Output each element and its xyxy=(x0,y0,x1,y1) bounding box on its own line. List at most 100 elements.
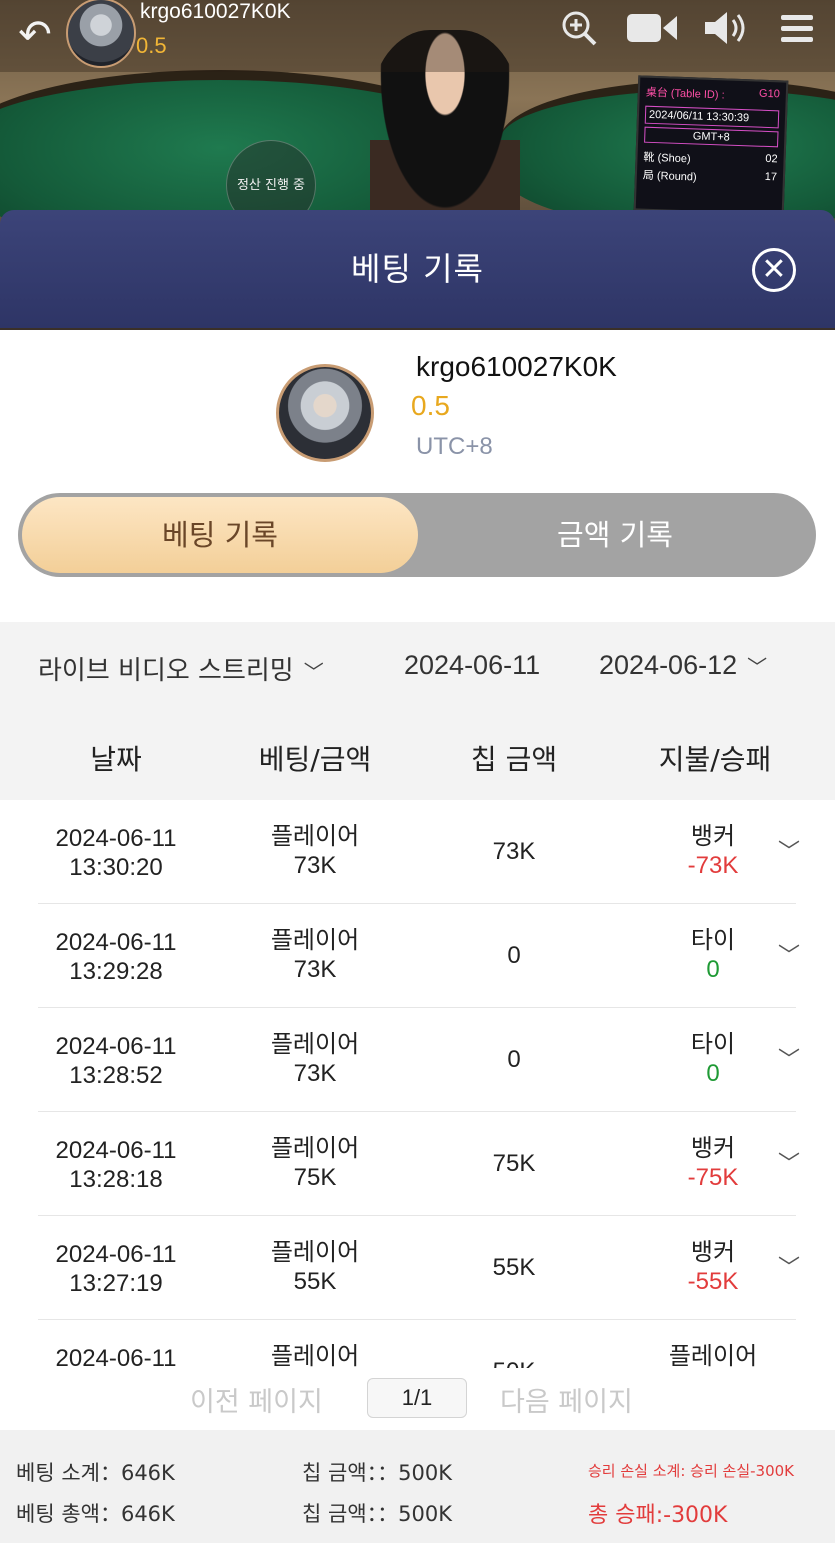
shoe-label: 靴 (Shoe) xyxy=(643,151,691,166)
table-gmt: GMT+8 xyxy=(644,126,779,148)
row-bet-side: 플레이어 xyxy=(270,1135,360,1162)
video-camera-icon[interactable] xyxy=(624,8,680,54)
row-win-loss: 0 xyxy=(706,1060,720,1087)
modal-title: 베팅 기록 xyxy=(351,250,484,288)
round-value: 17 xyxy=(764,170,778,184)
row-result: 뱅커 xyxy=(690,823,736,850)
row-bet-amount: 55K xyxy=(293,1268,337,1295)
pagination: 이전 페이지 1/1 다음 페이지 xyxy=(0,1368,835,1430)
row-date: 2024-06-11 xyxy=(55,825,177,852)
round-label: 局 (Round) xyxy=(642,169,697,184)
row-win-loss: 0 xyxy=(706,956,720,983)
top-avatar xyxy=(66,0,136,68)
top-username: krgo610027K0K xyxy=(140,0,291,23)
row-win-loss: -75K xyxy=(687,1164,739,1191)
row-win-loss: -73K xyxy=(687,852,739,879)
speaker-icon[interactable] xyxy=(700,8,752,54)
table-row[interactable]: 2024-06-11 13:28:52 플레이어 73K 0 타이 0 ﹀ xyxy=(38,1008,800,1112)
row-result: 뱅커 xyxy=(690,1135,736,1162)
row-date: 2024-06-11 xyxy=(55,1241,177,1268)
total-winloss: 총 승패:-300K xyxy=(588,1503,728,1528)
close-icon[interactable]: ✕ xyxy=(752,248,796,292)
column-header-bet: 베팅/금액 xyxy=(258,743,372,776)
table-row[interactable]: 2024-06-11 13:30:20 플레이어 73K 73K 뱅커 -73K ﹀ xyxy=(38,800,800,904)
top-balance: 0.5 xyxy=(136,33,167,58)
prev-page-button[interactable]: 이전 페이지 xyxy=(190,1380,323,1419)
winloss-subtotal: 승리 손실 소계: 승리 손실-300K xyxy=(588,1462,795,1480)
chevron-down-icon: ﹀ xyxy=(303,660,324,684)
row-chip-amount: 0 xyxy=(507,942,521,969)
table-row[interactable]: 2024-06-11 13:27:19 플레이어 55K 55K 뱅커 -55K ﹀ xyxy=(38,1216,800,1320)
modal-header: 베팅 기록 ✕ xyxy=(0,210,835,328)
table-info-panel: 桌台 (Table ID) : G10 2024/06/11 13:30:39 G… xyxy=(633,75,789,216)
next-page-button[interactable]: 다음 페이지 xyxy=(500,1380,633,1419)
tab-bet-record[interactable]: 베팅 기록 xyxy=(22,497,418,573)
chevron-down-icon: ﹀ xyxy=(747,657,768,679)
row-chip-amount: 0 xyxy=(507,1046,521,1073)
chip-amount-total: 칩 금액：：500K xyxy=(302,1502,452,1526)
chevron-down-icon[interactable]: ﹀ xyxy=(774,1042,804,1073)
row-chip-amount: 73K xyxy=(492,838,536,865)
row-bet-amount: 75K xyxy=(293,1164,337,1191)
row-date: 2024-06-11 xyxy=(55,1033,177,1060)
row-bet-amount: 73K xyxy=(293,852,337,879)
row-chip-amount: 55K xyxy=(492,1254,536,1281)
row-bet-side: 플레이어 xyxy=(270,1239,360,1266)
start-date-field[interactable]: 2024-06-11 xyxy=(404,650,540,681)
zoom-in-icon[interactable] xyxy=(556,8,602,54)
column-header-payout: 지불/승패 xyxy=(658,743,772,776)
row-bet-side: 플레이어 xyxy=(270,823,360,850)
row-date: 2024-06-11 xyxy=(55,929,177,956)
summary-footer: 베팅 소계：646K 칩 금액：：500K 승리 손실 소계: 승리 손실-30… xyxy=(0,1430,835,1543)
shoe-value: 02 xyxy=(765,152,778,166)
chevron-down-icon[interactable]: ﹀ xyxy=(774,1250,804,1281)
profile-balance: 0.5 xyxy=(411,390,450,421)
chevron-down-icon[interactable]: ﹀ xyxy=(774,834,804,865)
row-chip-amount: 75K xyxy=(492,1150,536,1177)
record-tabs: 베팅 기록 금액 기록 xyxy=(18,493,816,577)
row-bet-side: 플레이어 xyxy=(270,1031,360,1058)
row-time: 13:30:20 xyxy=(69,854,163,881)
bet-total: 베팅 총액：646K xyxy=(16,1502,175,1526)
menu-icon[interactable] xyxy=(774,8,820,54)
row-bet-side: 플레이어 xyxy=(270,1343,360,1368)
filter-area: 라이브 비디오 스트리밍 ﹀ 2024-06-11 2024-06-12 ﹀ 날짜 … xyxy=(0,622,835,800)
row-bet-side: 플레이어 xyxy=(270,927,360,954)
column-header-chip: 칩 금액 xyxy=(470,743,558,776)
table-row[interactable]: 2024-06-11 플레이어 50K 플레이어 xyxy=(38,1320,796,1368)
row-date: 2024-06-11 xyxy=(55,1137,177,1164)
profile-username: krgo610027K0K xyxy=(416,351,617,382)
row-time: 13:27:19 xyxy=(69,1270,163,1297)
row-chip-amount: 50K xyxy=(438,1357,590,1368)
row-bet-amount: 73K xyxy=(293,956,337,983)
row-win-loss: -55K xyxy=(687,1268,739,1295)
table-datetime: 2024/06/11 13:30:39 xyxy=(644,105,780,129)
game-type-dropdown[interactable]: 라이브 비디오 스트리밍 ﹀ xyxy=(38,650,324,687)
chip-amount-subtotal: 칩 금액：：500K xyxy=(302,1461,452,1485)
bet-record-list: 2024-06-11 13:30:20 플레이어 73K 73K 뱅커 -73K ﹀ … xyxy=(0,800,835,1368)
game-type-value: 라이브 비디오 스트리밍 xyxy=(38,656,294,686)
row-bet-amount: 73K xyxy=(293,1060,337,1087)
row-result: 타이 xyxy=(690,1031,736,1058)
column-header-date: 날짜 xyxy=(90,743,142,776)
avatar xyxy=(276,364,374,462)
tab-amount-record[interactable]: 금액 기록 xyxy=(418,497,812,573)
row-result: 플레이어 xyxy=(668,1343,758,1368)
end-date-value: 2024-06-12 xyxy=(599,650,738,680)
table-id-value: G10 xyxy=(758,87,781,101)
profile-timezone: UTC+8 xyxy=(416,433,493,460)
page-indicator[interactable]: 1/1 xyxy=(367,1378,467,1418)
chevron-down-icon[interactable]: ﹀ xyxy=(774,1146,804,1177)
back-arrow-icon[interactable]: ↶ xyxy=(12,12,58,58)
table-row[interactable]: 2024-06-11 13:28:18 플레이어 75K 75K 뱅커 -75K ﹀ xyxy=(38,1112,800,1216)
row-result: 타이 xyxy=(690,927,736,954)
end-date-dropdown[interactable]: 2024-06-12 ﹀ xyxy=(599,650,767,681)
chevron-down-icon[interactable]: ﹀ xyxy=(774,938,804,969)
row-time: 13:28:18 xyxy=(69,1166,163,1193)
row-time: 13:29:28 xyxy=(69,958,163,985)
bet-subtotal: 베팅 소계：646K xyxy=(16,1461,175,1485)
table-row[interactable]: 2024-06-11 13:29:28 플레이어 73K 0 타이 0 ﹀ xyxy=(38,904,800,1008)
table-id-label: 桌台 (Table ID) : xyxy=(645,86,725,102)
row-time: 13:28:52 xyxy=(69,1062,163,1089)
row-date: 2024-06-11 xyxy=(55,1345,177,1368)
